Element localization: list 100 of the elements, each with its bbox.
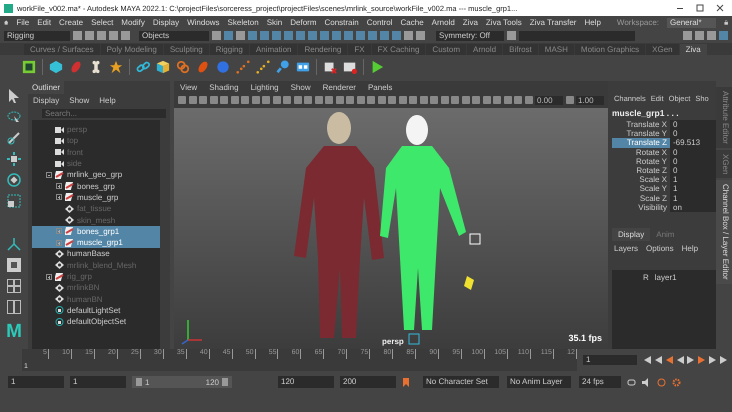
current-frame-field[interactable]: 1 <box>583 355 637 365</box>
range-handle[interactable] <box>136 378 142 386</box>
menu-set-dropdown[interactable]: Rigging <box>4 30 70 40</box>
shelf-tab[interactable]: Custom <box>426 44 466 55</box>
side-tab[interactable]: Channel Box / Layer Editor <box>716 180 732 284</box>
channel-name[interactable]: Rotate Y <box>612 156 670 166</box>
axis-icon[interactable] <box>7 237 21 251</box>
select-arrow-icon[interactable] <box>7 89 21 103</box>
command-field[interactable] <box>519 30 635 40</box>
menu-item[interactable]: Ziva Transfer <box>530 18 576 27</box>
menu-item[interactable]: Windows <box>187 18 220 27</box>
render-flag[interactable]: R <box>643 272 649 282</box>
expand-icon[interactable] <box>56 194 62 200</box>
symmetry-dropdown[interactable]: Symmetry: Off <box>436 30 504 40</box>
shelf-tab[interactable]: MASH <box>538 44 574 55</box>
toolbar-icon[interactable] <box>566 96 574 104</box>
menu-item[interactable]: Select <box>91 18 114 27</box>
menu-item[interactable]: Modify <box>121 18 145 27</box>
channel-name[interactable]: Rotate Z <box>612 166 670 176</box>
shelf-tab[interactable]: Animation <box>250 44 298 55</box>
collapse-icon[interactable] <box>46 172 52 178</box>
key-back-icon[interactable] <box>665 356 673 364</box>
menu-item[interactable]: Renderer <box>322 83 356 92</box>
shelf-tab[interactable]: Motion Graphics <box>574 44 646 55</box>
panel-tab[interactable]: Outliner <box>28 81 64 94</box>
menu-item[interactable]: Control <box>366 18 393 27</box>
menu-item[interactable]: File <box>16 18 30 27</box>
skip-forward-icon[interactable] <box>720 356 728 364</box>
fps-dropdown[interactable]: 24 fps <box>579 376 621 388</box>
menu-item[interactable]: Show <box>69 96 90 105</box>
menu-item[interactable]: Edit <box>37 18 52 27</box>
single-view-icon[interactable] <box>7 258 21 272</box>
outliner-item[interactable]: mrlink_geo_grp <box>32 169 160 180</box>
paint-brush-icon[interactable] <box>7 131 21 145</box>
range-handle[interactable] <box>222 378 228 386</box>
menu-item[interactable]: Cache <box>400 18 424 27</box>
play-back-icon[interactable] <box>676 356 684 364</box>
shelf-tab[interactable]: Ziva <box>680 44 707 55</box>
channel-name[interactable]: Translate Y <box>612 129 670 138</box>
shelf-tab[interactable]: Bifrost <box>503 44 538 55</box>
channel-name[interactable]: Translate Z <box>612 138 670 148</box>
lasso-icon[interactable] <box>7 110 21 124</box>
shelf-tab[interactable]: Curves / Surfaces <box>24 44 100 55</box>
menu-item[interactable]: Show <box>290 83 311 92</box>
key-forward-icon[interactable] <box>698 356 706 364</box>
refresh-icon[interactable] <box>657 378 666 386</box>
outliner-item[interactable]: muscle_grp1 <box>32 236 160 248</box>
home-icon[interactable] <box>4 18 8 27</box>
outliner-item[interactable]: defaultObjectSet <box>32 316 160 328</box>
curve-icon[interactable] <box>256 60 270 74</box>
menu-item[interactable]: Panels <box>368 83 392 92</box>
coil-icon[interactable] <box>176 60 190 74</box>
outliner-item[interactable]: bones_grp1 <box>32 226 160 237</box>
menu-item[interactable]: Help <box>99 96 116 105</box>
menu-item[interactable]: Create <box>59 18 84 27</box>
shelf-tab[interactable]: Arnold <box>466 44 502 55</box>
menu-item[interactable]: Skin <box>266 18 282 27</box>
outliner-item[interactable]: muscle_grp <box>32 192 160 204</box>
menu-item[interactable]: Options <box>646 244 674 253</box>
menu-item[interactable]: Ziva Tools <box>486 18 522 27</box>
exposure-field[interactable]: 0.00 <box>535 96 563 104</box>
step-forward-icon[interactable] <box>709 356 717 364</box>
playback-end-field[interactable]: 120 <box>278 376 334 388</box>
curve-icon[interactable] <box>236 60 250 74</box>
start-frame-field[interactable]: 1 <box>8 376 64 388</box>
step-back-icon[interactable] <box>654 356 662 364</box>
outliner-item[interactable]: bones_grp <box>32 180 160 192</box>
skip-back-icon[interactable] <box>643 356 651 364</box>
cache-icon[interactable] <box>22 60 36 74</box>
shelf-tab[interactable]: FX <box>348 44 371 55</box>
play-icon[interactable] <box>370 60 384 74</box>
hexagon-icon[interactable] <box>49 60 63 74</box>
channel-value-field[interactable]: 1 <box>670 175 716 184</box>
workspace-dropdown[interactable]: General* <box>667 18 716 28</box>
link-icon[interactable] <box>136 60 150 74</box>
menu-item[interactable]: View <box>180 83 198 92</box>
channel-value-field[interactable]: 0 <box>670 129 716 138</box>
layer-name[interactable]: layer1 <box>654 272 677 282</box>
rotate-icon[interactable] <box>7 173 21 187</box>
loop-icon[interactable] <box>627 378 636 386</box>
menu-item[interactable]: Help <box>584 18 601 27</box>
expand-icon[interactable] <box>46 274 52 280</box>
selection-mode-dropdown[interactable]: Objects <box>139 30 209 40</box>
menu-item[interactable]: Lighting <box>250 83 279 92</box>
menu-item[interactable]: Help <box>682 244 698 253</box>
expand-icon[interactable] <box>56 183 62 190</box>
menu-item[interactable]: Deform <box>290 18 316 27</box>
outliner-item[interactable]: defaultLightSet <box>32 304 160 316</box>
channel-name[interactable]: Scale X <box>612 175 670 184</box>
channel-value-field[interactable]: 1 <box>670 184 716 194</box>
sphere-icon[interactable] <box>216 60 230 74</box>
gear-icon[interactable] <box>672 378 681 386</box>
shelf-tab[interactable]: XGen <box>646 44 679 55</box>
shelf-tab[interactable]: Rendering <box>298 44 348 55</box>
menu-item[interactable]: Display <box>33 96 60 105</box>
playback-range-bar[interactable]: 1 120 <box>132 376 232 388</box>
pin-icon[interactable] <box>276 60 290 74</box>
shelf-tab[interactable]: Poly Modeling <box>100 44 163 55</box>
menu-item[interactable]: Arnold <box>432 18 455 27</box>
speaker-icon[interactable] <box>642 378 651 386</box>
